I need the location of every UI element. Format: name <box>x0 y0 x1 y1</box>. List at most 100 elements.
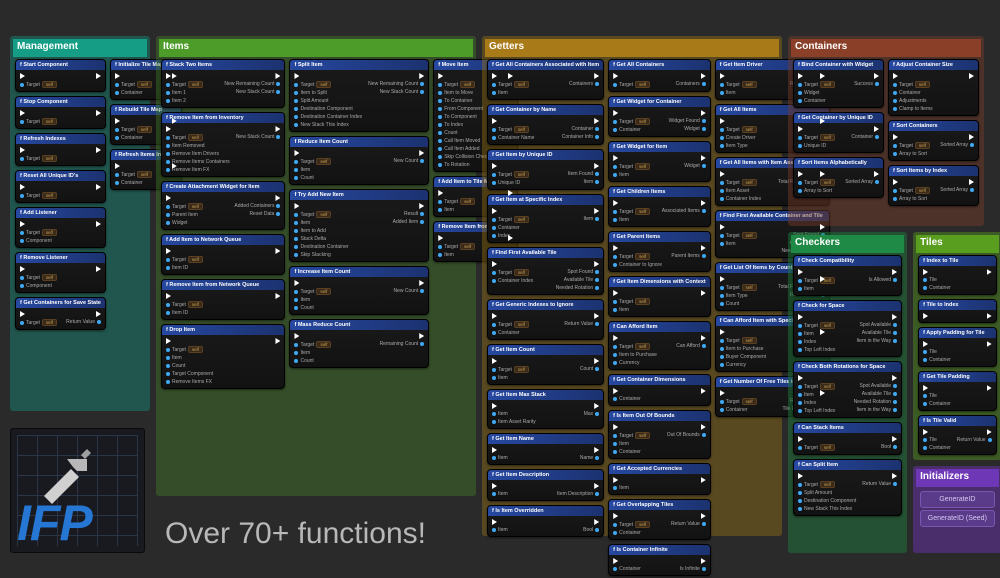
blueprint-node[interactable]: f Get Children ItemsTargetselfItemAssoci… <box>608 186 711 227</box>
node-pin[interactable]: Array to Sort <box>893 151 930 157</box>
node-pin[interactable]: Item to Add <box>294 228 348 234</box>
node-pin[interactable]: Item to Purchase <box>613 352 657 358</box>
node-pin[interactable] <box>701 477 706 483</box>
blueprint-node[interactable]: f Drop ItemTargetselfItemCountTarget Com… <box>161 324 285 389</box>
node-pin[interactable]: Split Amount <box>294 98 362 104</box>
blueprint-node[interactable]: f Get Widget for ItemTargetselfItemWidge… <box>608 141 711 182</box>
blueprint-node[interactable]: f Get Accepted CurrenciesItem <box>608 463 711 495</box>
node-pin[interactable]: Return Value <box>957 437 992 443</box>
node-pin[interactable]: Targetself <box>438 243 475 250</box>
node-pin[interactable] <box>798 171 835 177</box>
node-pin[interactable]: Container Index <box>720 196 761 202</box>
blueprint-node[interactable]: f Split ItemTargetselfItem to SplitSplit… <box>289 59 429 132</box>
node-pin[interactable]: Item <box>613 485 629 491</box>
node-pin[interactable] <box>594 519 599 525</box>
blueprint-node[interactable]: f Increase Item CountTargetselfItemCount… <box>289 266 429 315</box>
blueprint-node[interactable]: f Reset All Unique ID'sTargetself <box>15 170 106 203</box>
node-pin[interactable]: Targetself <box>438 198 475 205</box>
node-pin[interactable] <box>892 473 897 479</box>
node-pin[interactable] <box>720 224 757 230</box>
node-pin[interactable]: Added Item <box>393 219 425 225</box>
node-pin[interactable]: Container <box>115 90 152 96</box>
node-pin[interactable] <box>275 293 280 299</box>
node-pin[interactable] <box>613 110 650 116</box>
node-pin[interactable] <box>613 245 662 251</box>
node-pin[interactable]: Item ID <box>166 310 203 316</box>
blueprint-node[interactable]: f Can Split ItemTargetselfSplit AmountDe… <box>793 459 902 516</box>
node-pin[interactable]: Item 1 <box>166 90 203 96</box>
node-pin[interactable] <box>720 118 757 124</box>
node-pin[interactable] <box>20 184 57 190</box>
blueprint-node[interactable]: f Get Container by NameTargetselfContain… <box>487 104 604 145</box>
blueprint-node[interactable]: f Get All Containers Associated with Ite… <box>487 59 604 100</box>
node-pin[interactable] <box>492 403 536 409</box>
blueprint-node[interactable]: f Find First Available TileTargetselfCon… <box>487 247 604 295</box>
node-pin[interactable]: Count <box>166 363 213 369</box>
blueprint-node[interactable]: f Is Item Out Of BoundsTargetselfItemCon… <box>608 410 711 459</box>
node-pin[interactable]: Split Amount <box>798 490 856 496</box>
node-pin[interactable]: Widget <box>166 220 203 226</box>
node-pin[interactable]: Targetself <box>720 126 757 133</box>
node-pin[interactable]: Targetself <box>492 81 529 88</box>
node-pin[interactable]: Item <box>492 375 529 381</box>
node-pin[interactable]: Targetself <box>720 81 757 88</box>
node-pin[interactable]: Available Tile <box>564 277 599 283</box>
blueprint-node[interactable]: f Can Stack ItemsTargetselfBool <box>793 422 902 455</box>
node-pin[interactable]: Tile <box>923 393 951 399</box>
node-pin[interactable]: Component <box>20 283 57 289</box>
node-pin[interactable]: Item Asset <box>720 188 761 194</box>
node-pin[interactable] <box>492 261 533 267</box>
node-pin[interactable]: Item <box>492 90 529 96</box>
initializer-button[interactable]: GenerateID <box>920 491 995 508</box>
node-pin[interactable]: Targetself <box>798 277 835 284</box>
node-pin[interactable]: Item ID <box>166 265 203 271</box>
node-pin[interactable] <box>701 200 706 206</box>
node-pin[interactable]: Targetself <box>115 81 152 88</box>
node-pin[interactable] <box>115 118 152 124</box>
node-pin[interactable]: Destination Component <box>798 498 856 504</box>
node-pin[interactable] <box>492 447 508 453</box>
node-pin[interactable]: New Stack Count <box>236 134 281 140</box>
node-pin[interactable] <box>987 269 992 275</box>
node-pin[interactable]: Count <box>580 366 599 372</box>
node-pin[interactable]: Array to Sort <box>893 196 930 202</box>
node-pin[interactable]: Container <box>923 357 951 363</box>
node-pin[interactable]: Targetself <box>294 211 348 218</box>
node-pin[interactable] <box>419 150 424 156</box>
node-pin[interactable]: Item <box>166 355 213 361</box>
node-pin[interactable]: Container <box>720 407 757 413</box>
node-pin[interactable]: Container <box>613 566 641 572</box>
node-pin[interactable] <box>492 519 508 525</box>
node-pin[interactable]: Spot Available <box>859 322 897 328</box>
node-pin[interactable]: Targetself <box>720 337 766 344</box>
node-pin[interactable]: Targetself <box>294 341 331 348</box>
node-pin[interactable]: Item Asset Rarity <box>492 419 536 425</box>
node-pin[interactable]: Buyer Component <box>720 354 766 360</box>
node-pin[interactable]: Targetself <box>893 81 933 88</box>
node-pin[interactable]: Index <box>798 400 835 406</box>
node-pin[interactable] <box>594 118 599 124</box>
blueprint-node[interactable]: f Tile to Index <box>918 299 997 323</box>
node-pin[interactable]: Component <box>20 238 57 244</box>
node-pin[interactable]: Item <box>492 491 508 497</box>
node-pin[interactable] <box>798 126 835 132</box>
node-pin[interactable]: Count <box>294 175 331 181</box>
node-pin[interactable]: Targetself <box>798 481 856 488</box>
node-pin[interactable] <box>166 293 203 299</box>
node-pin[interactable]: Targetself <box>492 171 529 178</box>
blueprint-node[interactable]: f Adjust Container SizeTargetselfContain… <box>888 59 979 116</box>
node-pin[interactable]: Item Found <box>568 171 599 177</box>
node-pin[interactable] <box>798 269 835 275</box>
node-pin[interactable]: Targetself <box>20 81 57 88</box>
blueprint-node[interactable]: f Can Afford ItemTargetselfItem to Purch… <box>608 321 711 370</box>
blueprint-node[interactable]: f Get Item DescriptionItemItem Descripti… <box>487 469 604 501</box>
node-pin[interactable]: New Remaining Count <box>368 81 424 87</box>
node-pin[interactable] <box>701 388 706 394</box>
node-pin[interactable]: Bool <box>881 444 897 450</box>
node-pin[interactable]: Item <box>583 179 599 185</box>
node-pin[interactable]: Widget <box>798 90 835 96</box>
node-pin[interactable] <box>613 477 629 483</box>
node-pin[interactable]: Targetself <box>20 118 57 125</box>
blueprint-node[interactable]: f Try Add New ItemTargetselfItemItem to … <box>289 189 429 262</box>
node-pin[interactable]: Target Component <box>166 371 213 377</box>
